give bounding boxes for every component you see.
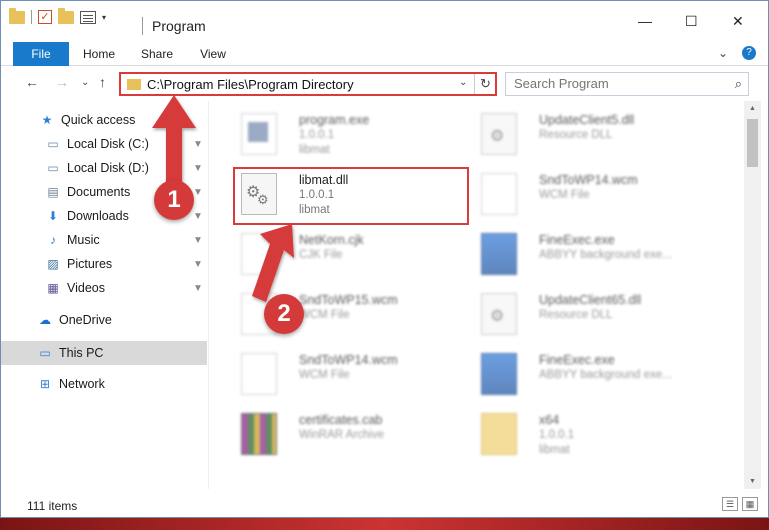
arrow-up-icon (152, 95, 196, 186)
annotation-arrows (152, 95, 294, 302)
step-1-badge: 1 (154, 180, 194, 220)
arrow-up-right-icon (252, 224, 294, 302)
step-2-badge: 2 (264, 294, 304, 334)
